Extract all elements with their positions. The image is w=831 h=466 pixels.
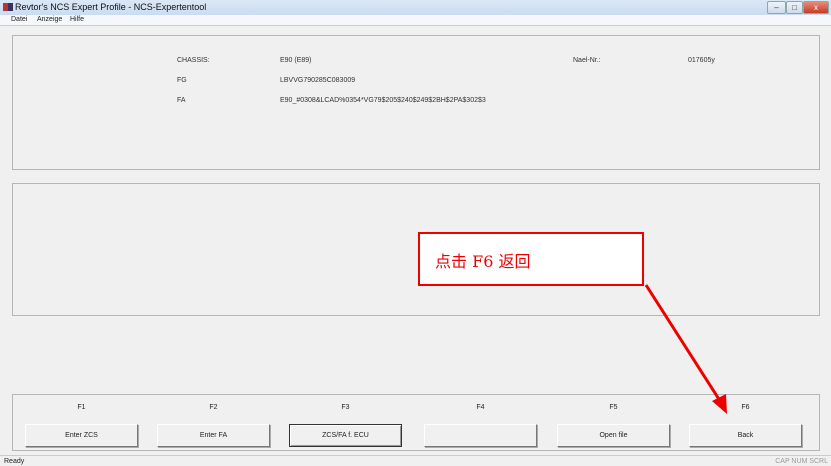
annotation-arrow-icon	[644, 284, 727, 414]
